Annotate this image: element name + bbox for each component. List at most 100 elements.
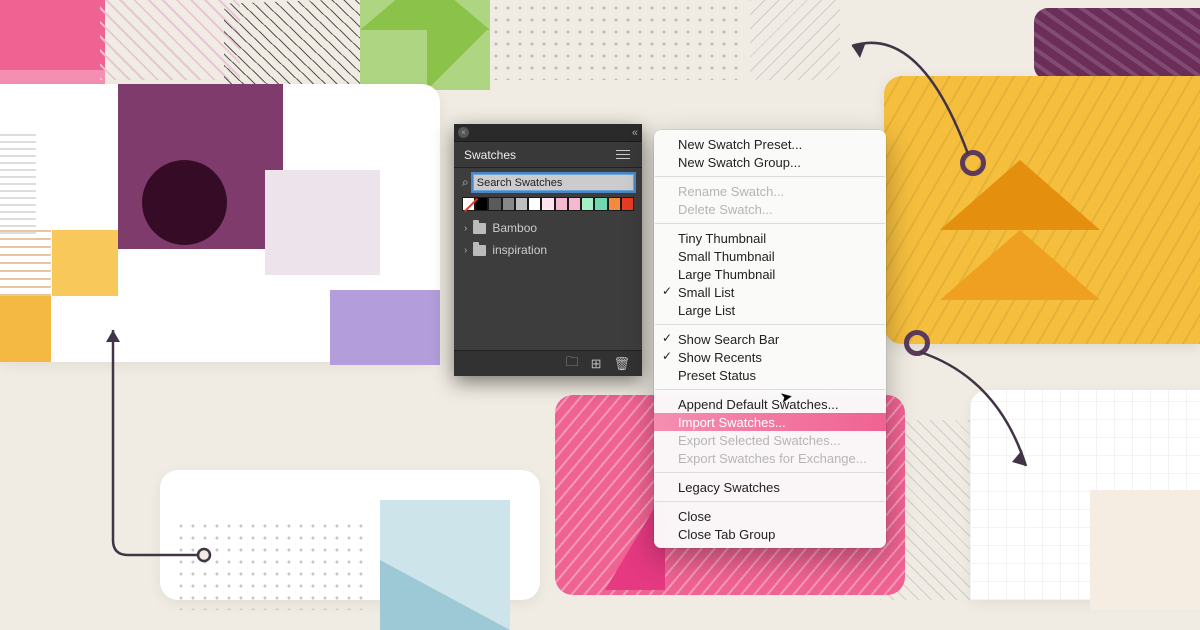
bg-yellow-square xyxy=(52,230,118,296)
menu-item[interactable]: Small Thumbnail xyxy=(654,247,886,265)
menu-separator xyxy=(655,223,885,224)
panel-list-area[interactable] xyxy=(454,267,642,350)
bg-yellow-chevron xyxy=(940,230,1100,300)
menu-item-label: Import Swatches... xyxy=(678,415,786,430)
swatches-panel-menu[interactable]: New Swatch Preset... New Swatch Group... R… xyxy=(654,130,886,548)
menu-item-label: Close Tab Group xyxy=(678,527,775,542)
panel-footer: 🗀 ⊞ 🗑 xyxy=(454,350,642,376)
chevron-right-icon: › xyxy=(464,245,467,256)
bg-green-triangle-top xyxy=(360,0,490,30)
bg-purple-corner-card xyxy=(1034,8,1200,80)
menu-item[interactable]: Append Default Swatches... xyxy=(654,395,886,413)
panel-menu-button[interactable] xyxy=(612,144,634,166)
panel-titlebar[interactable]: × « xyxy=(454,124,642,142)
menu-item-label: Large List xyxy=(678,303,735,318)
swatch[interactable] xyxy=(502,197,515,211)
menu-item-label: New Swatch Group... xyxy=(678,155,801,170)
swatch[interactable] xyxy=(608,197,621,211)
menu-item-label: Small List xyxy=(678,285,734,300)
connector-arrow-bottom-right xyxy=(908,348,1038,478)
menu-item[interactable]: Preset Status xyxy=(654,366,886,384)
swatch[interactable] xyxy=(528,197,541,211)
menu-item[interactable]: ✓ Show Recents xyxy=(654,348,886,366)
swatch-folder[interactable]: › Bamboo xyxy=(462,217,634,239)
menu-item[interactable]: Legacy Swatches xyxy=(654,478,886,496)
menu-item: Export Swatches for Exchange... xyxy=(654,449,886,467)
menu-item-label: Small Thumbnail xyxy=(678,249,775,264)
bg-yellow-squiggle xyxy=(0,230,51,296)
checkmark-icon: ✓ xyxy=(662,284,672,298)
checkmark-icon: ✓ xyxy=(662,349,672,363)
folder-icon xyxy=(473,245,486,256)
menu-item-label: Delete Swatch... xyxy=(678,202,773,217)
menu-item[interactable]: New Swatch Preset... xyxy=(654,135,886,153)
menu-item-label: Export Selected Swatches... xyxy=(678,433,841,448)
menu-item[interactable]: Large List xyxy=(654,301,886,319)
checkmark-icon: ✓ xyxy=(662,331,672,345)
menu-item-label: Legacy Swatches xyxy=(678,480,780,495)
bg-grey-rect xyxy=(265,170,380,275)
swatch-folders: › Bamboo › inspiration xyxy=(462,217,634,261)
bg-squiggle-left xyxy=(0,134,36,234)
trash-icon[interactable]: 🗑 xyxy=(613,356,630,372)
swatch[interactable] xyxy=(555,197,568,211)
connector-arrow-left xyxy=(100,320,220,570)
menu-item[interactable]: ✓ Small List xyxy=(654,283,886,301)
swatch[interactable] xyxy=(621,197,634,211)
panel-body: ⌕ › Bamboo › inspiration xyxy=(454,168,642,267)
menu-item[interactable]: Tiny Thumbnail xyxy=(654,229,886,247)
menu-item-label: Show Recents xyxy=(678,350,762,365)
folder-label: inspiration xyxy=(492,243,547,257)
menu-item-label: Close xyxy=(678,509,711,524)
swatch-none[interactable] xyxy=(462,197,475,211)
collapse-panel-button[interactable]: « xyxy=(632,127,638,139)
swatch[interactable] xyxy=(515,197,528,211)
swatch[interactable] xyxy=(488,197,501,211)
swatch[interactable] xyxy=(568,197,581,211)
menu-separator xyxy=(655,324,885,325)
bg-yellow-square-2 xyxy=(0,296,51,362)
menu-item[interactable]: Import Swatches... xyxy=(654,413,886,431)
menu-item[interactable]: Close Tab Group xyxy=(654,525,886,543)
folder-label: Bamboo xyxy=(492,221,537,235)
menu-item-label: Export Swatches for Exchange... xyxy=(678,451,867,466)
folder-icon xyxy=(473,223,486,234)
swatch[interactable] xyxy=(581,197,594,211)
panel-tab-swatches[interactable]: Swatches xyxy=(464,148,516,162)
menu-item[interactable]: New Swatch Group... xyxy=(654,153,886,171)
panel-tab-row: Swatches xyxy=(454,142,642,168)
menu-separator xyxy=(655,389,885,390)
recent-swatches-row xyxy=(462,197,634,211)
menu-item-label: Append Default Swatches... xyxy=(678,397,838,412)
menu-separator xyxy=(655,501,885,502)
bg-soft-square xyxy=(1090,490,1200,610)
menu-item: Export Selected Swatches... xyxy=(654,431,886,449)
menu-item-label: Tiny Thumbnail xyxy=(678,231,766,246)
swatches-panel[interactable]: × « Swatches ⌕ › Bamboo › inspiration 🗀 ⊞ 🗑 xyxy=(454,124,642,376)
menu-item[interactable]: Large Thumbnail xyxy=(654,265,886,283)
menu-item[interactable]: ✓ Show Search Bar xyxy=(654,330,886,348)
menu-item-label: New Swatch Preset... xyxy=(678,137,802,152)
new-swatch-icon[interactable]: ⊞ xyxy=(591,356,602,372)
swatch-folder[interactable]: › inspiration xyxy=(462,239,634,261)
swatch[interactable] xyxy=(541,197,554,211)
menu-item-label: Rename Swatch... xyxy=(678,184,784,199)
menu-item-label: Large Thumbnail xyxy=(678,267,775,282)
close-panel-button[interactable]: × xyxy=(458,127,469,138)
search-icon: ⌕ xyxy=(462,175,469,190)
menu-item[interactable]: Close xyxy=(654,507,886,525)
menu-item: Rename Swatch... xyxy=(654,182,886,200)
swatch[interactable] xyxy=(594,197,607,211)
bg-purple-circle xyxy=(142,160,227,245)
menu-separator xyxy=(655,472,885,473)
folder-icon[interactable]: 🗀 xyxy=(566,353,579,375)
menu-separator xyxy=(655,176,885,177)
menu-item-label: Show Search Bar xyxy=(678,332,779,347)
bg-teal-triangle xyxy=(380,560,510,630)
bg-grey-stripes xyxy=(750,0,840,80)
bg-squiggle xyxy=(100,0,240,80)
menu-item-label: Preset Status xyxy=(678,368,756,383)
chevron-right-icon: › xyxy=(464,223,467,234)
menu-item: Delete Swatch... xyxy=(654,200,886,218)
search-input[interactable] xyxy=(473,174,634,191)
